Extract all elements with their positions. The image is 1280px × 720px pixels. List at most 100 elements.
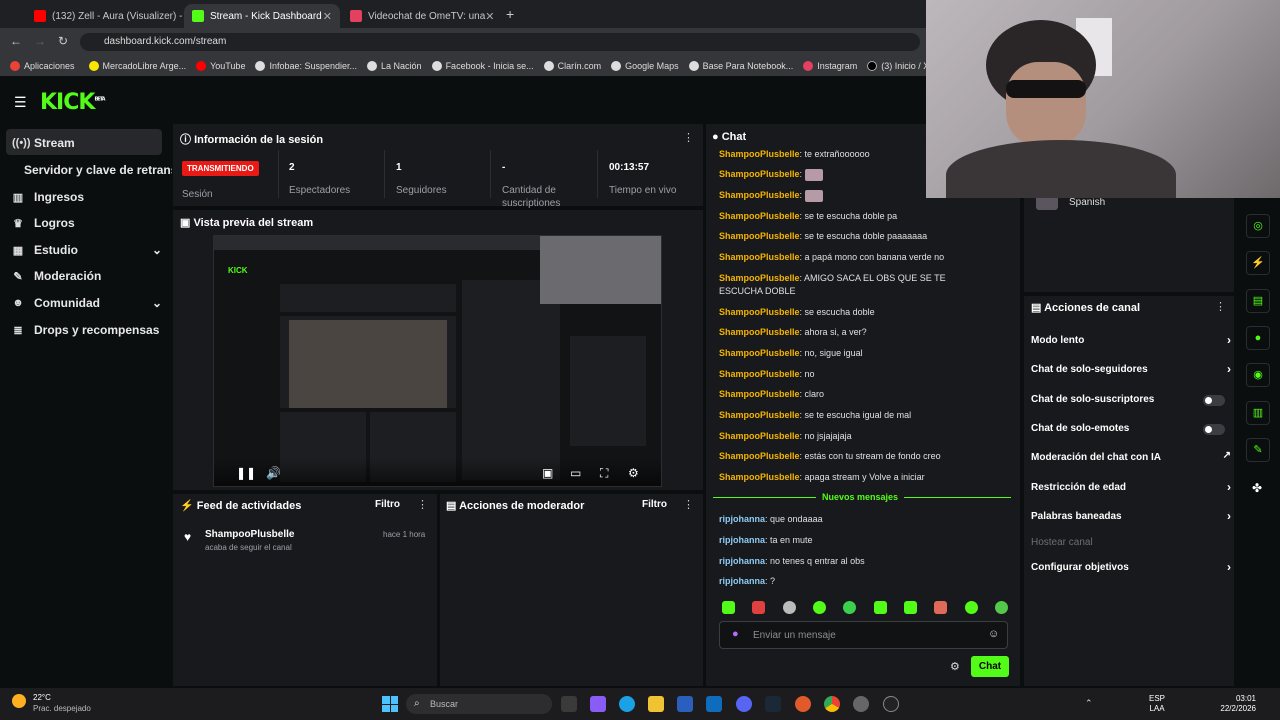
search-icon: ⌕: [414, 698, 420, 709]
chrome-icon[interactable]: [824, 696, 840, 712]
sidebar-item-logros[interactable]: ♛ Logros: [12, 216, 75, 230]
more-options-icon[interactable]: ⋮: [683, 131, 694, 144]
sidebar-item-drops[interactable]: ≣ Drops y recompensas: [12, 323, 159, 337]
action-configure-goals[interactable]: Configurar objetivos ›: [1031, 560, 1231, 574]
bookmark-item[interactable]: Aplicaciones: [10, 61, 75, 71]
pause-icon[interactable]: ❚❚: [236, 466, 256, 480]
mail-icon[interactable]: [706, 696, 722, 712]
sidebar-item-ingresos[interactable]: ▥ Ingresos: [12, 190, 84, 204]
bookmark-item[interactable]: Infobae: Suspendier...: [255, 61, 357, 71]
action-subscribers-only[interactable]: Chat de solo-suscriptores: [1031, 394, 1231, 406]
store-icon[interactable]: [677, 696, 693, 712]
copilot-icon[interactable]: [590, 696, 606, 712]
feed-user[interactable]: ShampooPlusbelle: [205, 529, 294, 540]
action-age-restriction[interactable]: Restricción de edad ›: [1031, 480, 1231, 494]
emote-icon[interactable]: [843, 601, 857, 614]
chat-send-button[interactable]: Chat: [971, 656, 1009, 677]
theater-icon[interactable]: ▭: [570, 466, 581, 480]
target-icon[interactable]: ◎: [1246, 214, 1270, 238]
document-icon[interactable]: ▤: [1246, 289, 1270, 313]
broadcast-icon[interactable]: ◉: [1246, 363, 1270, 387]
emote-icon[interactable]: [722, 601, 735, 614]
feed-filter-button[interactable]: Filtro: [375, 499, 400, 510]
bookmark-item[interactable]: Google Maps: [611, 61, 679, 71]
close-icon[interactable]: ✕: [485, 10, 494, 23]
microphone-icon[interactable]: ●: [732, 628, 739, 640]
url-field[interactable]: dashboard.kick.com/stream: [80, 33, 920, 51]
tab-youtube[interactable]: (132) Zell - Aura (Visualizer) - Y✕: [26, 4, 182, 28]
emote-icon[interactable]: [964, 601, 978, 614]
chevron-right-icon: ›: [1227, 333, 1231, 347]
emote-icon[interactable]: [812, 601, 826, 614]
more-options-icon[interactable]: ⋮: [417, 498, 428, 511]
bookmark-item[interactable]: YouTube: [196, 61, 245, 71]
app-icon[interactable]: [883, 696, 899, 712]
chevron-up-icon[interactable]: ⌃: [1085, 698, 1093, 709]
file-explorer-icon[interactable]: [648, 696, 664, 712]
windows-start-icon[interactable]: [382, 696, 398, 712]
close-icon[interactable]: ✕: [323, 10, 332, 23]
emote-icon[interactable]: [752, 601, 766, 614]
settings-icon[interactable]: [853, 696, 869, 712]
back-icon[interactable]: ←: [10, 34, 22, 48]
edge-icon[interactable]: [619, 696, 635, 712]
lightning-icon[interactable]: ⚡: [1246, 251, 1270, 275]
settings-icon[interactable]: ⚙: [950, 660, 960, 673]
discord-icon[interactable]: [736, 696, 752, 712]
bookmark-item[interactable]: (3) Inicio / X: [867, 61, 929, 71]
bookmark-item[interactable]: Facebook - Inicia se...: [431, 61, 534, 71]
app-icon[interactable]: [795, 696, 811, 712]
bookmark-item[interactable]: Clarín.com: [543, 61, 601, 71]
sidebar-item-comunidad[interactable]: ☻ Comunidad ⌄: [12, 296, 162, 310]
chat-bubble-icon[interactable]: ●: [1246, 326, 1270, 350]
action-emotes-only[interactable]: Chat de solo-emotes: [1031, 423, 1231, 435]
emoji-icon[interactable]: ☺: [988, 628, 999, 640]
new-tab-button[interactable]: +: [506, 6, 514, 22]
emote-icon[interactable]: [782, 601, 796, 614]
steam-icon[interactable]: [765, 696, 781, 712]
emote-icon[interactable]: [994, 601, 1008, 614]
stack-icon[interactable]: ▥: [1246, 401, 1270, 425]
chat-input[interactable]: ● Enviar un mensaje ☺: [719, 621, 1008, 649]
weather-temp[interactable]: 22°C: [33, 693, 51, 702]
mod-filter-button[interactable]: Filtro: [642, 499, 667, 510]
menu-icon[interactable]: ☰: [14, 94, 27, 111]
action-slow-mode[interactable]: Modo lento ›: [1031, 333, 1231, 347]
sidebar-item-estudio[interactable]: ▦ Estudio ⌄: [12, 243, 162, 257]
bookmark-item[interactable]: Base Para Notebook...: [688, 61, 793, 71]
chat-message: ShampooPlusbelle: claro: [719, 389, 825, 399]
forward-icon[interactable]: →: [34, 34, 46, 48]
bookmark-item[interactable]: Instagram: [803, 61, 857, 71]
sidebar-item-server-key[interactable]: Servidor y clave de retransmisión: [24, 163, 172, 177]
kick-logo[interactable]: KICKBETA: [40, 90, 106, 115]
bookmark-item[interactable]: La Nación: [367, 61, 422, 71]
stream-video[interactable]: KICK ❚❚ 🔊 ▣ ▭ ⛶ ⚙: [213, 235, 662, 487]
volume-icon[interactable]: 🔊: [266, 466, 281, 480]
more-options-icon[interactable]: ⋮: [683, 498, 694, 511]
wrench-icon[interactable]: ✎: [1246, 438, 1270, 462]
tab-ometv[interactable]: Videochat de OmeTV: una ✕: [342, 4, 498, 28]
bookmark-item[interactable]: MercadoLibre Arge...: [88, 61, 186, 71]
fullscreen-icon[interactable]: ⛶: [600, 466, 608, 481]
sidebar-item-stream[interactable]: ((•)) Stream: [12, 136, 75, 150]
settings-icon[interactable]: ⚙: [628, 466, 639, 480]
sidebar-item-moderacion[interactable]: ✎ Moderación: [12, 269, 101, 283]
pip-icon[interactable]: ▣: [542, 466, 553, 480]
emote-icon[interactable]: [934, 601, 948, 614]
emote-icon[interactable]: [873, 601, 887, 614]
action-banned-words[interactable]: Palabras baneadas ›: [1031, 509, 1231, 523]
action-ai-moderation[interactable]: Moderación del chat con IA ↗: [1031, 450, 1231, 463]
language-indicator[interactable]: ESP LAA: [1149, 694, 1165, 714]
task-view-icon[interactable]: [561, 696, 577, 712]
clock[interactable]: 03:01 22/2/2026: [1210, 694, 1256, 714]
taskbar-search[interactable]: ⌕ Buscar: [406, 694, 552, 714]
emote-icon[interactable]: [903, 601, 917, 614]
action-followers-only[interactable]: Chat de solo-seguidores ›: [1031, 362, 1231, 376]
apps-icon[interactable]: ✤: [1252, 481, 1262, 495]
more-options-icon[interactable]: ⋮: [1215, 300, 1226, 313]
tab-kick-dashboard[interactable]: Stream - Kick Dashboard ✕: [184, 4, 340, 28]
reload-icon[interactable]: ↻: [58, 34, 68, 48]
subscribers-only-toggle[interactable]: [1203, 395, 1225, 406]
bank-icon: ▥: [12, 191, 24, 204]
emotes-only-toggle[interactable]: [1203, 424, 1225, 435]
